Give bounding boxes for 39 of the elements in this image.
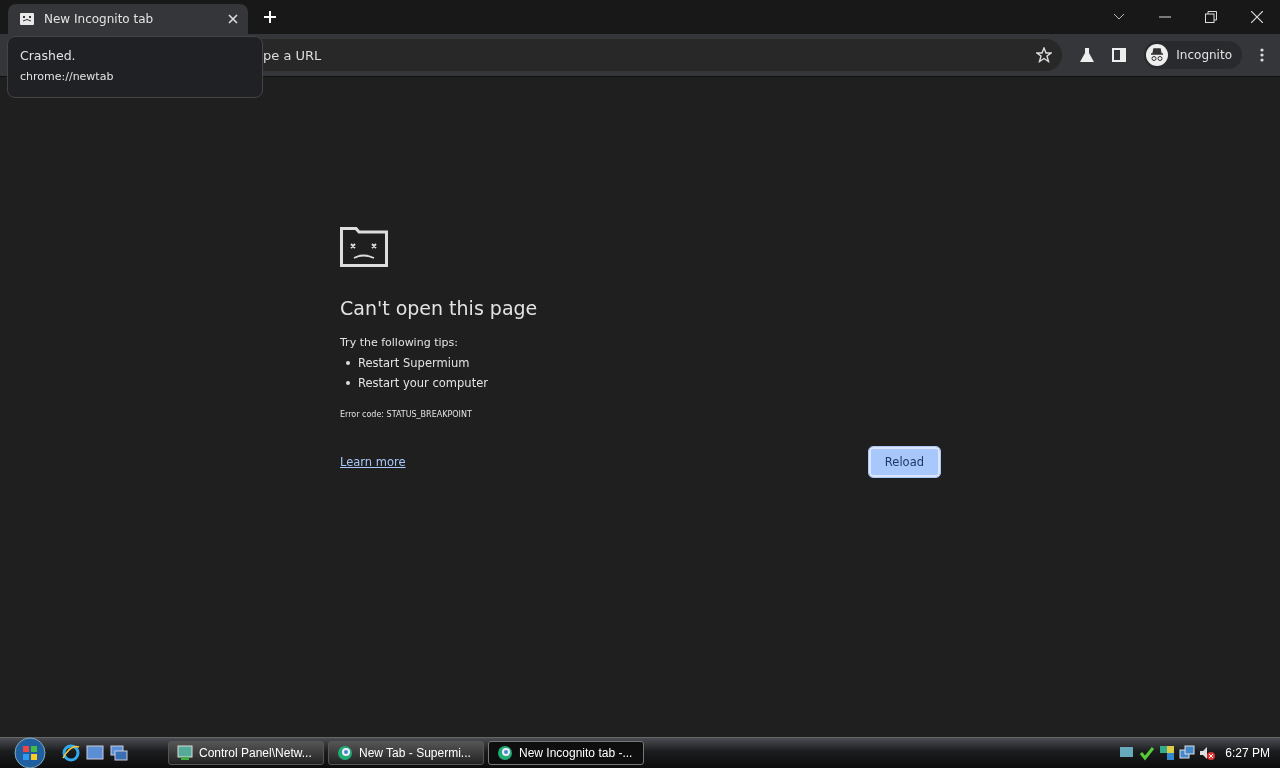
close-window-icon[interactable] xyxy=(1251,11,1263,23)
restore-icon[interactable] xyxy=(1205,11,1217,23)
menu-icon[interactable] xyxy=(1260,48,1264,62)
globe-icon xyxy=(337,745,353,761)
taskbar-button[interactable]: Control Panel\Netw... xyxy=(168,741,324,765)
tip-text: Restart your computer xyxy=(358,376,488,390)
grid-icon[interactable] xyxy=(1159,745,1176,761)
network-icon xyxy=(177,745,193,761)
sad-page-icon xyxy=(340,227,388,267)
tab-search-icon[interactable] xyxy=(1113,13,1125,21)
browser-tab[interactable]: New Incognito tab xyxy=(8,4,248,34)
error-code: Error code: STATUS_BREAKPOINT xyxy=(340,410,473,419)
incognito-profile-button[interactable]: Incognito xyxy=(1144,41,1242,69)
tooltip-title: Crashed. xyxy=(20,48,77,63)
browser-icon[interactable] xyxy=(62,744,80,762)
bullet-icon xyxy=(346,361,350,365)
bullet-icon xyxy=(346,381,350,385)
incognito-icon xyxy=(1146,44,1169,66)
tips-heading: Try the following tips: xyxy=(340,336,459,349)
tooltip-url: chrome://newtab xyxy=(20,70,115,83)
taskbar-button[interactable]: New Incognito tab -... xyxy=(488,741,644,765)
tip-text: Restart Supermium xyxy=(358,356,470,370)
globe-icon xyxy=(497,745,513,761)
window-switch-icon[interactable] xyxy=(110,745,128,761)
network-icon[interactable] xyxy=(1179,745,1196,761)
desktop-icon[interactable] xyxy=(86,745,104,761)
side-panel-icon[interactable] xyxy=(1112,48,1127,62)
new-tab-icon[interactable] xyxy=(263,10,277,24)
star-icon[interactable] xyxy=(1036,47,1053,63)
reload-button[interactable]: Reload xyxy=(868,447,940,477)
error-title: Can't open this page xyxy=(340,297,539,319)
clock[interactable]: 6:27 PM xyxy=(1225,746,1270,760)
speaker-muted-icon[interactable] xyxy=(1199,745,1216,761)
learn-more-link[interactable]: Learn more xyxy=(340,455,406,469)
close-icon[interactable] xyxy=(228,14,238,24)
taskbar-button[interactable]: New Tab - Supermi... xyxy=(328,741,484,765)
check-icon[interactable] xyxy=(1139,745,1156,761)
sad-tab-icon xyxy=(20,13,34,25)
flask-icon[interactable] xyxy=(1080,48,1095,62)
